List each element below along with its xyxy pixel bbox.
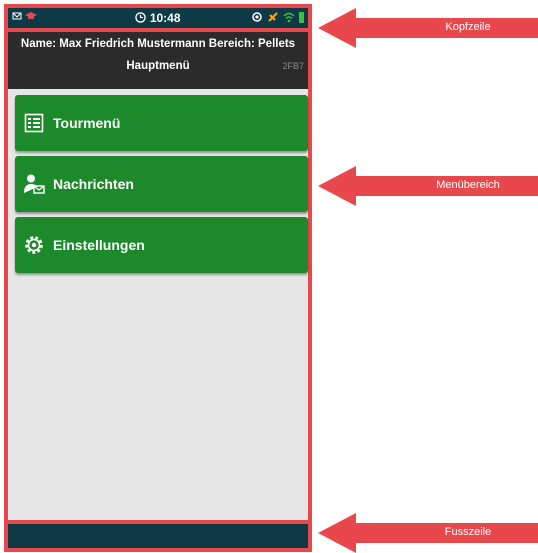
- status-right-icons: [251, 11, 304, 23]
- nachrichten-button[interactable]: Nachrichten: [15, 156, 308, 212]
- tourmenu-label: Tourmenü: [53, 115, 121, 131]
- status-bar: 10:48: [8, 8, 308, 28]
- clock-icon: [135, 12, 147, 23]
- wifi-icon: [283, 12, 295, 22]
- phone-screen: 10:48 Name: Max Friedrich Mustermann Ber…: [4, 4, 312, 552]
- gear-icon: [23, 234, 45, 256]
- callout-kopfzeile-label: Kopfzeile: [445, 21, 491, 33]
- user-info: Name: Max Friedrich Mustermann Bereich: …: [20, 38, 296, 50]
- page-title: Hauptmenü: [126, 60, 190, 72]
- user-message-icon: [23, 173, 45, 195]
- gps-icon: [252, 12, 262, 22]
- callout-menuebereich-label: Menübereich: [436, 179, 500, 191]
- footer-bar: [8, 524, 308, 548]
- tourmenu-button[interactable]: Tourmenü: [15, 95, 308, 151]
- callout-fusszeile-label: Fusszeile: [444, 526, 492, 538]
- satellite-icon: [268, 12, 278, 22]
- einstellungen-label: Einstellungen: [53, 237, 145, 253]
- nachrichten-label: Nachrichten: [53, 176, 134, 192]
- callout-kopfzeile: Kopfzeile: [318, 8, 538, 48]
- device-code: 2FB7: [282, 61, 304, 71]
- callout-menuebereich: Menübereich: [318, 166, 538, 206]
- list-icon: [23, 112, 45, 134]
- einstellungen-button[interactable]: Einstellungen: [15, 217, 308, 273]
- battery-icon: [299, 12, 304, 23]
- status-time: 10:48: [149, 11, 181, 25]
- callout-fusszeile: Fusszeile: [318, 513, 538, 553]
- app-header: Name: Max Friedrich Mustermann Bereich: …: [8, 32, 308, 89]
